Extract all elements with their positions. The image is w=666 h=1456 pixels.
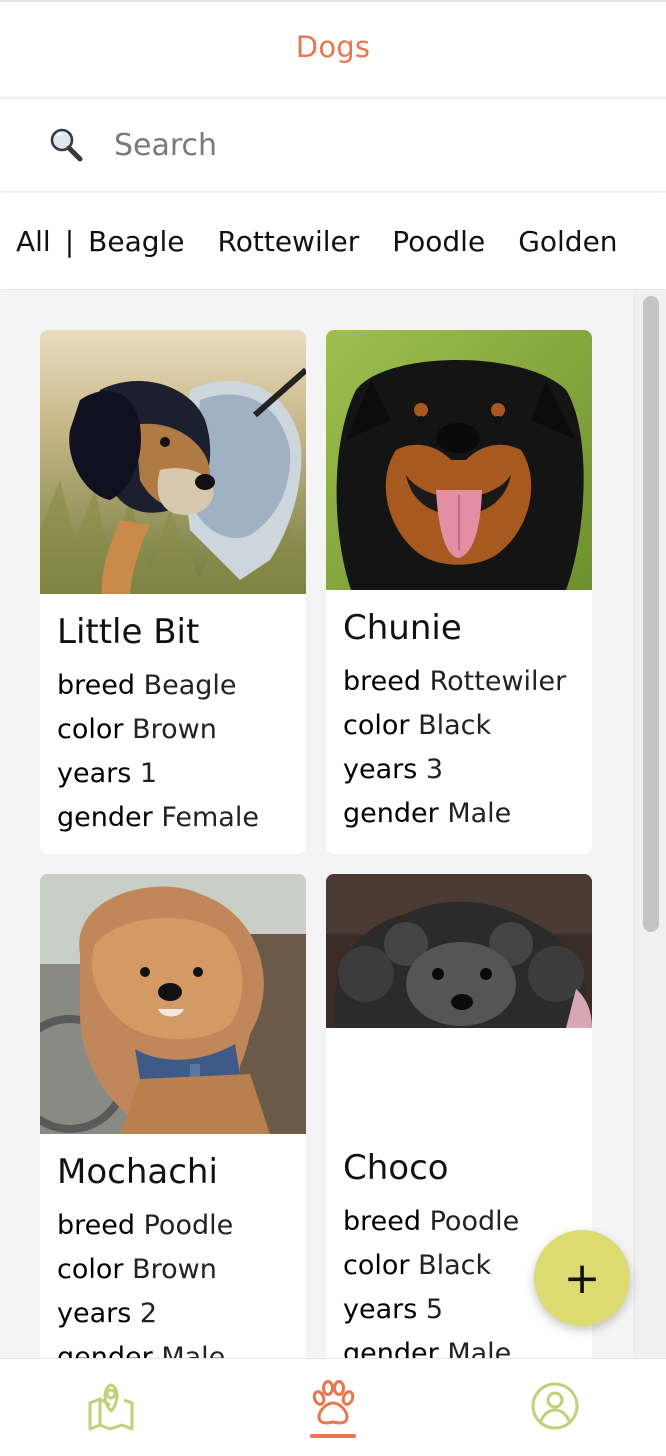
dog-photo: [40, 330, 306, 594]
color-label: color: [343, 710, 410, 741]
breed-filter-bar: All | Beagle Rottewiler Poodle Golden: [0, 193, 666, 289]
dog-name: Mochachi: [57, 1152, 218, 1192]
breed-label: breed: [343, 1206, 422, 1237]
years-label: years: [343, 1294, 418, 1325]
years-label: years: [57, 1298, 132, 1329]
breed-value: Poodle: [429, 1206, 520, 1237]
gender-value: Female: [161, 802, 259, 833]
user-circle-icon: [530, 1381, 580, 1435]
color-label: color: [343, 1250, 410, 1281]
gender-value: Male: [447, 1338, 512, 1358]
dog-gender: gender Female: [57, 796, 306, 840]
active-tab-indicator: [310, 1433, 356, 1438]
years-label: years: [343, 754, 418, 785]
app-root: Dogs All | Beagle Rottewiler Poodle Gold…: [0, 0, 666, 1456]
dog-gender: gender Male: [343, 792, 592, 836]
breed-label: breed: [343, 666, 422, 697]
filter-tab-all[interactable]: All: [16, 225, 51, 258]
breed-label: breed: [57, 670, 136, 701]
breed-value: Rottewiler: [429, 666, 567, 697]
dog-card-grid: Little Bit breed Beagle color Brown year…: [0, 290, 666, 1358]
dog-photo: [40, 874, 306, 1134]
dog-name: Chunie: [343, 608, 462, 648]
paw-icon: [308, 1378, 358, 1432]
years-value: 3: [425, 754, 444, 785]
dog-name: Choco: [343, 1148, 449, 1188]
color-value: Brown: [132, 714, 217, 745]
years-label: years: [57, 758, 132, 789]
years-value: 5: [425, 1294, 444, 1325]
page-title: Dogs: [295, 30, 371, 64]
gender-label: gender: [343, 1338, 439, 1358]
scrollbar-thumb[interactable]: [643, 296, 659, 932]
search-bar: [0, 98, 666, 192]
color-label: color: [57, 714, 124, 745]
filter-tab-beagle[interactable]: Beagle: [88, 225, 184, 258]
gender-value: Male: [161, 1342, 226, 1358]
dog-breed: breed Poodle: [57, 1204, 306, 1248]
dog-card-details: Mochachi breed Poodle color Brown years …: [40, 1134, 306, 1358]
app-header: Dogs: [0, 0, 666, 96]
breed-value: Beagle: [143, 670, 237, 701]
map-pin-icon: [86, 1381, 136, 1435]
search-input[interactable]: [114, 127, 594, 163]
dog-breed: breed Rottewiler: [343, 660, 592, 704]
gender-label: gender: [343, 798, 439, 829]
scrollbar-track[interactable]: [634, 290, 666, 1358]
breed-label: breed: [57, 1210, 136, 1241]
dog-gender: gender Male: [57, 1336, 306, 1358]
add-dog-button[interactable]: +: [534, 1230, 630, 1326]
nav-item-map[interactable]: [51, 1359, 171, 1456]
nav-item-dogs[interactable]: [273, 1359, 393, 1456]
dog-color: color Brown: [57, 708, 306, 752]
dog-card-details: Chunie breed Rottewiler color Black year…: [326, 590, 592, 836]
color-value: Black: [418, 1250, 492, 1281]
breed-value: Poodle: [143, 1210, 234, 1241]
filter-tab-poodle[interactable]: Poodle: [392, 225, 485, 258]
years-value: 2: [139, 1298, 158, 1329]
dog-name: Little Bit: [57, 612, 200, 652]
dog-color: color Brown: [57, 1248, 306, 1292]
dog-years: years 2: [57, 1292, 306, 1336]
color-value: Black: [418, 710, 492, 741]
color-value: Brown: [132, 1254, 217, 1285]
bottom-nav: [0, 1358, 666, 1456]
dog-years: years 1: [57, 752, 306, 796]
color-label: color: [57, 1254, 124, 1285]
filter-tab-golden[interactable]: Golden: [518, 225, 617, 258]
filter-tab-rottewiler[interactable]: Rottewiler: [218, 225, 360, 258]
dog-photo: [326, 874, 592, 1028]
dog-color: color Black: [343, 704, 592, 748]
gender-label: gender: [57, 802, 153, 833]
dog-photo: [326, 330, 592, 590]
gender-label: gender: [57, 1342, 153, 1358]
dog-card[interactable]: Mochachi breed Poodle color Brown years …: [40, 874, 306, 1358]
search-icon: [48, 127, 84, 163]
dog-card[interactable]: Little Bit breed Beagle color Brown year…: [40, 330, 306, 854]
dog-gender: gender Male: [343, 1332, 592, 1358]
dog-years: years 3: [343, 748, 592, 792]
years-value: 1: [139, 758, 158, 789]
nav-item-profile[interactable]: [495, 1359, 615, 1456]
gender-value: Male: [447, 798, 512, 829]
filter-separator: |: [64, 224, 75, 258]
dog-card[interactable]: Chunie breed Rottewiler color Black year…: [326, 330, 592, 854]
dog-breed: breed Beagle: [57, 664, 306, 708]
dog-card-details: Little Bit breed Beagle color Brown year…: [40, 594, 306, 840]
